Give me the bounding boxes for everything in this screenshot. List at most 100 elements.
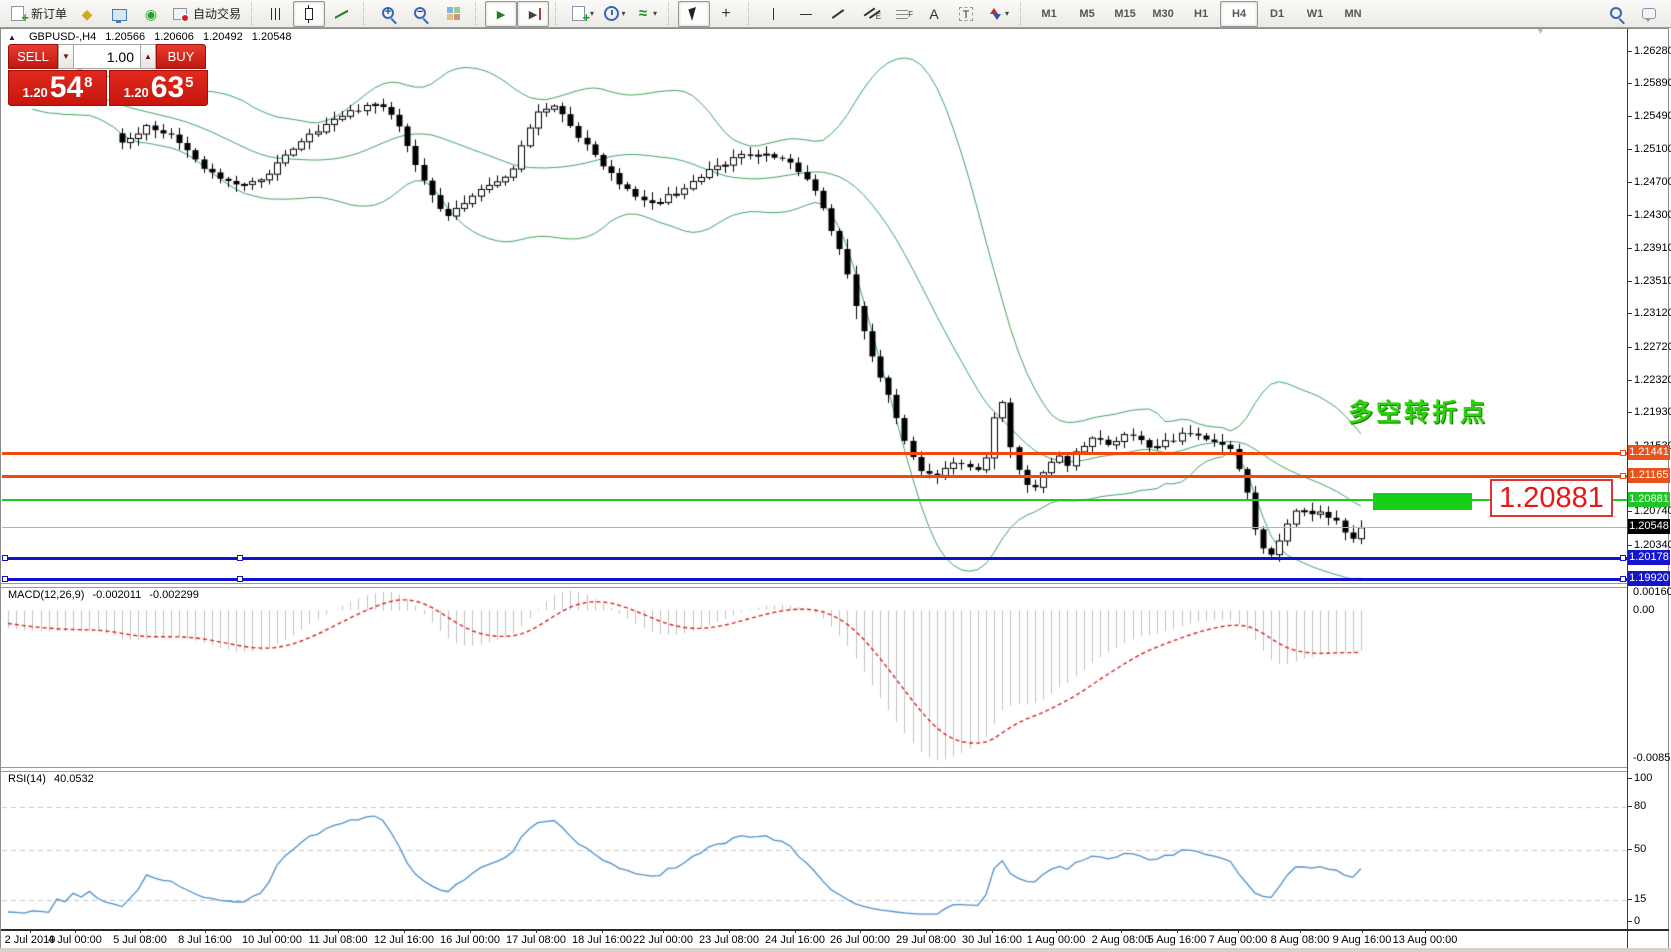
time-axis-label: 7 Aug 00:00 (1209, 934, 1268, 946)
time-axis-tick (536, 929, 537, 933)
price-marker-119920: 1.19920 (1628, 571, 1670, 586)
time-axis-tick (75, 929, 76, 933)
buy-price-big: 63 (151, 73, 184, 103)
time-axis-label: 23 Jul 08:00 (699, 934, 759, 946)
support-line-2-handle[interactable] (237, 576, 243, 582)
time-axis-label: 30 Jul 16:00 (962, 934, 1022, 946)
panel-toggle-icon[interactable] (8, 31, 20, 43)
price-marker-121441: 1.21441 (1628, 445, 1670, 460)
support-line-2-handle[interactable] (2, 576, 8, 582)
buy-price-box[interactable]: 1.20 63 5 (109, 70, 208, 106)
price-tick (1627, 412, 1632, 413)
symbol-header: GBPUSD-,H4 1.20566 1.20606 1.20492 1.205… (8, 31, 298, 43)
support-line-1-handle[interactable] (237, 555, 243, 561)
time-axis-tick (602, 929, 603, 933)
rsi-scale-label: 100 (1634, 772, 1652, 784)
price-tick-label: 1.22320 (1634, 374, 1671, 386)
time-axis-label: 10 Jul 00:00 (242, 934, 302, 946)
time-axis-label: 1 Aug 00:00 (1027, 934, 1086, 946)
price-tick-label: 1.24700 (1634, 176, 1671, 188)
ohlc-open: 1.20566 (105, 31, 145, 43)
ohlc-high: 1.20606 (154, 31, 194, 43)
rsi-tick (1627, 778, 1632, 779)
buy-price-sup: 5 (185, 74, 193, 91)
macd-value-2: -0.002299 (149, 589, 199, 601)
mt4-application: 新订单 自动交易 ▾ ▾ ▾ ▾ (0, 0, 1671, 952)
price-tick (1627, 215, 1632, 216)
time-axis-label: 29 Jul 08:00 (896, 934, 956, 946)
price-tick-label: 1.25100 (1634, 143, 1671, 155)
price-tick-label: 1.21930 (1634, 406, 1671, 418)
bid-price-line[interactable] (2, 527, 1627, 528)
volume-input[interactable] (74, 44, 140, 69)
macd-panel-separator[interactable] (1, 583, 1627, 588)
time-axis-tick (1362, 929, 1363, 933)
price-tick-label: 1.25490 (1634, 110, 1671, 122)
price-tick-label: 1.24300 (1634, 209, 1671, 221)
price-tick (1627, 83, 1632, 84)
time-axis-label: 2 Aug 08:00 (1092, 934, 1151, 946)
time-axis-tick (404, 929, 405, 933)
resistance-line-2[interactable] (2, 475, 1627, 478)
sell-price-prefix: 1.20 (22, 85, 47, 100)
resistance-line-2-handle[interactable] (1620, 473, 1626, 479)
volume-increase-button[interactable]: ▲ (140, 44, 156, 69)
buy-price-prefix: 1.20 (123, 85, 148, 100)
time-axis-label: 13 Aug 00:00 (1393, 934, 1458, 946)
price-tick-label: 1.23120 (1634, 307, 1671, 319)
rsi-panel-separator[interactable] (1, 767, 1627, 772)
price-tick (1627, 347, 1632, 348)
highlight-rectangle[interactable] (1373, 493, 1472, 510)
price-tick (1627, 380, 1632, 381)
ohlc-low: 1.20492 (203, 31, 243, 43)
macd-header: MACD(12,26,9) -0.002011 -0.002299 (8, 589, 204, 601)
rsi-value: 40.0532 (54, 773, 94, 785)
chart-annotation-text: 多空转折点 (1348, 393, 1488, 429)
price-marker-120548: 1.20548 (1628, 519, 1670, 534)
support-line-2-handle[interactable] (1620, 576, 1626, 582)
resistance-line-1-handle[interactable] (1620, 450, 1626, 456)
time-axis-tick (272, 929, 273, 933)
resistance-line-1[interactable] (2, 452, 1627, 455)
time-axis-label: 5 Aug 16:00 (1148, 934, 1207, 946)
price-tick (1627, 545, 1632, 546)
price-tick (1627, 149, 1632, 150)
sell-price-box[interactable]: 1.20 54 8 (8, 70, 107, 106)
time-axis-label: 24 Jul 16:00 (765, 934, 825, 946)
time-axis-tick (30, 929, 31, 933)
price-tick-label: 1.22720 (1634, 341, 1671, 353)
rsi-tick (1627, 921, 1632, 922)
price-marker-120881: 1.20881 (1628, 492, 1670, 507)
macd-scale-max: 0.001607 (1633, 586, 1671, 598)
macd-value-1: -0.002011 (92, 589, 141, 601)
sell-price-big: 54 (50, 73, 83, 103)
time-axis-line (1, 929, 1669, 931)
price-tag-label[interactable]: 1.20881 (1490, 479, 1613, 517)
price-marker-121165: 1.21165 (1628, 468, 1670, 483)
time-axis-label: 18 Jul 16:00 (572, 934, 632, 946)
price-tick-label: 1.23910 (1634, 242, 1671, 254)
volume-decrease-button[interactable]: ▼ (58, 44, 74, 69)
support-line-1[interactable] (2, 557, 1627, 560)
macd-scale-min: -0.008522 (1633, 752, 1671, 764)
time-axis-label: 5 Jul 08:00 (113, 934, 167, 946)
time-axis-tick (1425, 929, 1426, 933)
rsi-title: RSI(14) (8, 773, 46, 785)
time-axis-label: 12 Jul 16:00 (374, 934, 434, 946)
support-line-1-handle[interactable] (2, 555, 8, 561)
time-axis-tick (1238, 929, 1239, 933)
price-tick (1627, 313, 1632, 314)
price-tick-label: 1.25890 (1634, 77, 1671, 89)
rsi-scale-label: 80 (1634, 800, 1646, 812)
time-axis-tick (205, 929, 206, 933)
support-line-1-handle[interactable] (1620, 555, 1626, 561)
price-tick (1627, 281, 1632, 282)
buy-button[interactable]: BUY (156, 44, 206, 69)
sell-button[interactable]: SELL (8, 44, 58, 69)
price-tick (1627, 182, 1632, 183)
time-axis-tick (470, 929, 471, 933)
window-bottom-strip (0, 948, 1671, 952)
support-line-2[interactable] (2, 578, 1627, 581)
time-axis-label: 4 Jul 00:00 (48, 934, 102, 946)
rsi-header: RSI(14) 40.0532 (8, 773, 99, 785)
